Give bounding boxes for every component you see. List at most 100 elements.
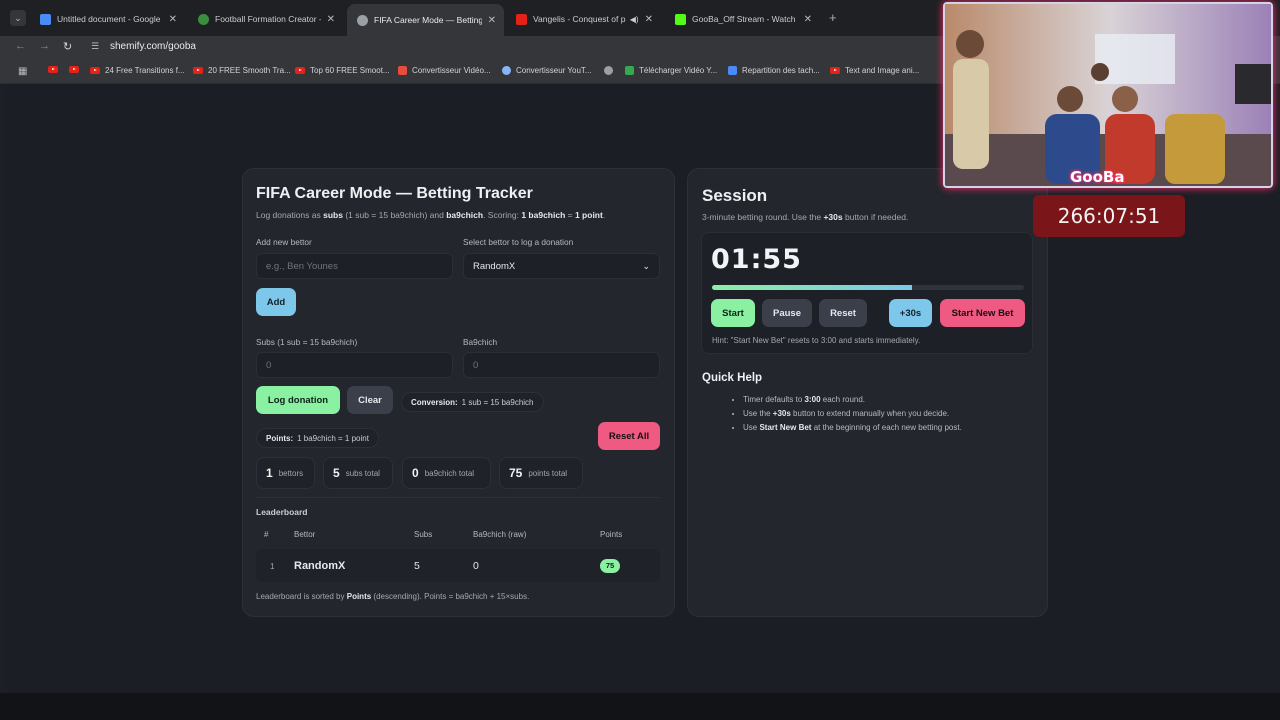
tab-football-formation[interactable]: Football Formation Creator - M ✕ (188, 6, 343, 32)
bettor-select-value: RandomX (473, 260, 516, 272)
bookmark-label: Repartition des tach... (742, 66, 820, 75)
add-bettor-label: Add new bettor (256, 237, 312, 247)
reload-icon[interactable]: ↻ (63, 40, 72, 53)
bookmark-item[interactable]: Text and Image ani... (830, 66, 919, 75)
bookmark-item[interactable] (48, 66, 63, 73)
z-logo-icon (398, 66, 407, 75)
forward-icon[interactable]: → (39, 40, 50, 52)
globe-icon (604, 66, 613, 75)
ba9chich-input[interactable]: 0 (463, 352, 660, 378)
timer-hint: Hint: "Start New Bet" resets to 3:00 and… (712, 336, 921, 345)
youtube-icon (830, 67, 840, 74)
download-icon (625, 66, 634, 75)
stat-ba9chich-total: 0 ba9chich total (402, 457, 491, 489)
close-icon[interactable]: ✕ (488, 15, 496, 26)
close-icon[interactable]: ✕ (327, 14, 335, 25)
session-subtitle: 3-minute betting round. Use the +30s but… (702, 212, 909, 222)
webcam-overlay (943, 2, 1273, 188)
timer-progress-fill (712, 285, 912, 290)
quick-help-title: Quick Help (702, 372, 763, 384)
tab-title: Football Formation Creator - M (215, 14, 321, 24)
new-tab-button[interactable]: + (829, 10, 837, 25)
column-header-rank: # (264, 530, 269, 539)
row-subs: 5 (414, 560, 420, 572)
column-header-ba9chich: Ba9chich (raw) (473, 530, 527, 539)
row-rank: 1 (270, 562, 275, 571)
bookmark-label: Télécharger Vidéo Y... (639, 66, 718, 75)
bookmark-item[interactable]: Convertisseur YouT... (502, 66, 592, 75)
tab-search-button[interactable]: ⌄ (10, 10, 26, 26)
bookmark-item[interactable]: 20 FREE Smooth Tra... (193, 66, 291, 75)
taskbar-area (0, 693, 1280, 720)
bookmark-item[interactable]: Convertisseur Vidéo... (398, 66, 491, 75)
plus-30s-button[interactable]: +30s (889, 299, 932, 327)
youtube-icon (69, 66, 79, 73)
bookmark-item[interactable]: Repartition des tach... (728, 66, 820, 75)
tab-title: Vangelis - Conquest of para (533, 14, 626, 24)
stat-points-total: 75 points total (499, 457, 583, 489)
converter-icon (502, 66, 511, 75)
bookmark-item[interactable] (69, 66, 84, 73)
speaker-icon[interactable]: ◀) (630, 15, 639, 24)
reset-button[interactable]: Reset (819, 299, 867, 327)
bookmark-label: Convertisseur Vidéo... (412, 66, 491, 75)
tab-vangelis[interactable]: Vangelis - Conquest of para ◀) ✕ (506, 6, 661, 32)
bettor-select[interactable]: RandomX ⌄ (463, 253, 660, 279)
quick-help-list: Timer defaults to 3:00 each round. Use t… (731, 393, 962, 435)
bettor-name-input[interactable]: e.g., Ben Younes (256, 253, 453, 279)
timer-progress-bar (712, 285, 1024, 290)
ba9chich-label: Ba9chich (463, 337, 498, 347)
subs-input[interactable]: 0 (256, 352, 453, 378)
youtube-icon (295, 67, 305, 74)
close-icon[interactable]: ✕ (645, 14, 653, 25)
pause-button[interactable]: Pause (762, 299, 812, 327)
leaderboard-title: Leaderboard (256, 507, 308, 517)
bookmark-item[interactable]: Télécharger Vidéo Y... (625, 66, 717, 75)
stat-bettors: 1 bettors (256, 457, 315, 489)
tab-google-doc[interactable]: Untitled document - Google Do ✕ (30, 6, 185, 32)
youtube-icon (90, 67, 100, 74)
row-points-badge: 75 (600, 559, 620, 573)
site-info-icon[interactable]: ☰ (91, 41, 99, 52)
back-icon[interactable]: ← (15, 40, 26, 52)
row-bettor: RandomX (294, 560, 346, 572)
points-pill: Points: 1 ba9chich = 1 point (256, 428, 379, 448)
conversion-pill: Conversion: 1 sub = 15 ba9chich (401, 392, 544, 412)
reset-all-button[interactable]: Reset All (598, 422, 660, 450)
bookmark-item[interactable]: Top 60 FREE Smoot... (295, 66, 390, 75)
tab-title: Untitled document - Google Do (57, 14, 163, 24)
bookmark-item[interactable]: 24 Free Transitions f... (90, 66, 185, 75)
stat-subs-total: 5 subs total (323, 457, 393, 489)
bookmark-label: Convertisseur YouT... (516, 66, 592, 75)
leaderboard-footnote: Leaderboard is sorted by Points (descend… (256, 592, 530, 601)
url-field[interactable]: shemify.com/gooba (110, 41, 196, 52)
session-title: Session (702, 186, 768, 205)
tab-kick-stream[interactable]: GooBa_Off Stream - Watch Live ✕ (665, 6, 820, 32)
clear-button[interactable]: Clear (347, 386, 393, 414)
tab-title: GooBa_Off Stream - Watch Live (692, 14, 798, 24)
add-bettor-button[interactable]: Add (256, 288, 296, 316)
kick-icon (675, 13, 686, 25)
column-header-bettor: Bettor (294, 530, 316, 539)
bookmark-item[interactable] (604, 66, 618, 75)
football-icon (198, 13, 209, 25)
tab-betting-tracker[interactable]: FIFA Career Mode — Betting Tr ✕ (347, 4, 504, 36)
bookmark-label: 20 FREE Smooth Tra... (208, 66, 291, 75)
log-donation-button[interactable]: Log donation (256, 386, 340, 414)
start-button[interactable]: Start (711, 299, 755, 327)
close-icon[interactable]: ✕ (804, 14, 812, 25)
youtube-icon (193, 67, 203, 74)
bookmark-label: Text and Image ani... (845, 66, 920, 75)
start-new-bet-button[interactable]: Start New Bet (940, 299, 1025, 327)
apps-grid-icon[interactable]: ▦ (18, 66, 27, 77)
google-docs-icon (40, 13, 51, 25)
google-docs-icon (728, 66, 737, 75)
close-icon[interactable]: ✕ (169, 14, 177, 25)
page-title: FIFA Career Mode — Betting Tracker (256, 185, 533, 202)
tab-title: FIFA Career Mode — Betting Tr (374, 15, 482, 25)
chevron-down-icon: ⌄ (642, 260, 650, 271)
countdown-timer: 01:55 (711, 244, 802, 275)
bookmark-label: Top 60 FREE Smoot... (310, 66, 390, 75)
stream-timer: 266:07:51 (1033, 195, 1185, 237)
column-header-points: Points (600, 530, 623, 539)
